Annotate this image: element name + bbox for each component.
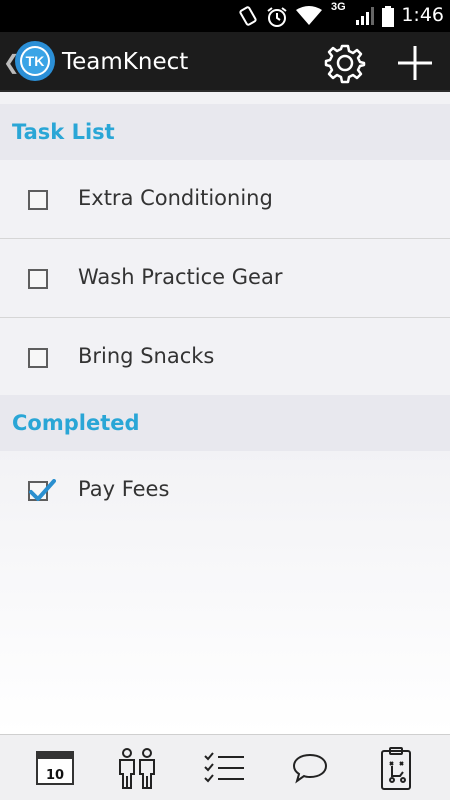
status-bar: 3G 1:46 — [0, 0, 450, 32]
task-row-pay-fees[interactable]: Pay Fees — [0, 451, 450, 530]
task-label: Extra Conditioning — [78, 186, 273, 210]
checkmark-icon — [29, 479, 56, 501]
task-list-header: Task List — [0, 104, 450, 160]
alarm-icon — [267, 7, 287, 27]
wifi-icon — [296, 6, 322, 25]
network-type: 3G — [331, 1, 346, 13]
task-content: Task List Extra Conditioning Wash Practi… — [0, 92, 450, 734]
settings-gear-icon — [324, 44, 366, 84]
battery-icon — [382, 6, 394, 27]
completed-header: Completed — [0, 395, 450, 451]
app-title: TeamKnect — [62, 49, 189, 75]
add-task-button[interactable] — [393, 40, 437, 86]
task-checkbox[interactable] — [28, 348, 48, 368]
clipboard-play-icon — [381, 747, 411, 790]
calendar-icon: 10 — [36, 751, 74, 785]
task-label: Bring Snacks — [78, 344, 215, 368]
nav-team-button[interactable] — [107, 743, 167, 793]
task-row-extra-conditioning[interactable]: Extra Conditioning — [0, 160, 450, 239]
task-checkbox[interactable] — [28, 269, 48, 289]
nav-playbook-button[interactable] — [366, 743, 426, 793]
rotate-icon — [239, 6, 257, 26]
calendar-day: 10 — [46, 768, 64, 783]
app-logo[interactable]: TK — [14, 40, 56, 82]
action-bar: ❮ TK TeamKnect — [0, 32, 450, 92]
completed-title: Completed — [12, 411, 140, 435]
chat-bubble-icon — [292, 753, 328, 784]
settings-button[interactable] — [322, 40, 368, 86]
task-row-wash-practice-gear[interactable]: Wash Practice Gear — [0, 239, 450, 318]
bottom-navigation: 10 — [0, 734, 450, 800]
nav-calendar-button[interactable]: 10 — [25, 743, 85, 793]
task-label: Pay Fees — [78, 477, 170, 501]
task-row-bring-snacks[interactable]: Bring Snacks — [0, 318, 450, 397]
team-roster-icon — [119, 748, 155, 789]
task-list-icon — [204, 752, 244, 783]
signal-icon — [356, 7, 374, 25]
nav-chat-button[interactable] — [280, 743, 340, 793]
add-plus-icon — [398, 46, 432, 80]
task-label: Wash Practice Gear — [78, 265, 283, 289]
clock: 1:46 — [401, 4, 444, 26]
task-checkbox[interactable] — [28, 190, 48, 210]
logo-text: TK — [26, 53, 45, 69]
nav-tasks-button[interactable] — [194, 743, 254, 793]
task-list-title: Task List — [12, 120, 115, 144]
